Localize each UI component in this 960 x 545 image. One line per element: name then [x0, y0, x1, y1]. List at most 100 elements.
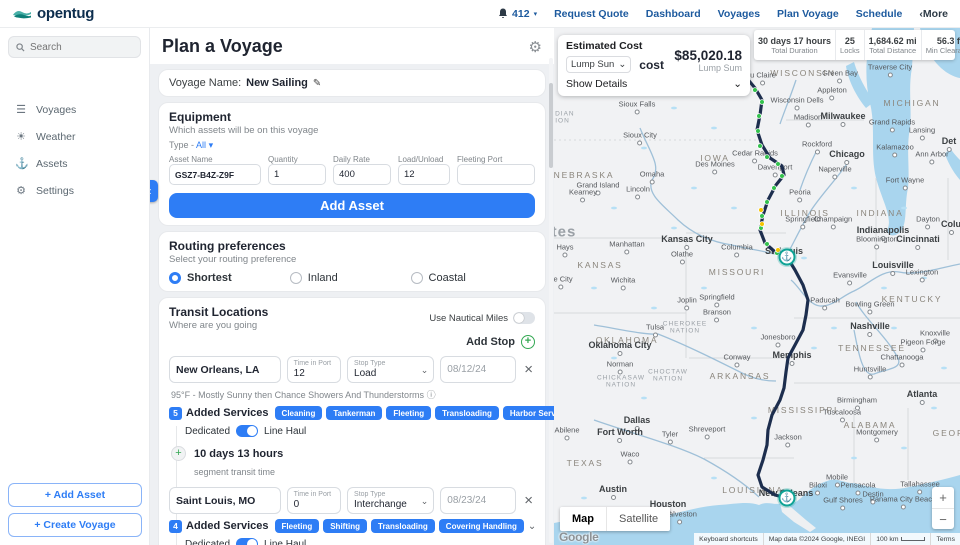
nav-more[interactable]: ‹More	[919, 8, 948, 20]
service-chip[interactable]: Fleeting	[386, 406, 431, 420]
scrollbar[interactable]	[549, 58, 553, 543]
service-chip[interactable]: Fleeting	[275, 519, 320, 533]
google-logo: Google	[559, 530, 599, 544]
daily-rate-input[interactable]	[333, 164, 391, 185]
equipment-subtitle: Which assets will be on this voyage	[169, 125, 535, 136]
remove-stop-icon[interactable]: ×	[522, 492, 535, 509]
caret-down-icon: ▾	[209, 140, 214, 150]
terms-link[interactable]: Terms	[930, 533, 960, 545]
chevron-left-icon: ‹	[150, 184, 152, 198]
remove-stop-icon[interactable]: ×	[522, 361, 535, 378]
logo-wave-icon	[12, 8, 32, 19]
map-label: Bowling Green	[845, 300, 894, 315]
map-label: Green Bay	[822, 69, 858, 84]
sidebar-item-voyages[interactable]: ☰Voyages	[0, 96, 149, 123]
add-asset-sidebar-button[interactable]: + Add Asset	[8, 483, 142, 507]
expand-services-icon[interactable]: ⌄	[528, 521, 536, 532]
map-label: Waco	[621, 450, 640, 465]
transit-card: Transit Locations Where are you going Us…	[158, 297, 546, 545]
cost-mode-select[interactable]: Lump Sun⌄	[566, 56, 631, 73]
radio-shortest[interactable]: Shortest	[169, 272, 290, 284]
stop-type-select[interactable]: Stop Type Interchange ⌄	[347, 487, 434, 514]
scrollbar-thumb[interactable]	[549, 83, 553, 168]
asset-name-input[interactable]	[169, 164, 261, 185]
create-voyage-button[interactable]: + Create Voyage	[8, 513, 142, 537]
add-asset-button[interactable]: Add Asset	[169, 193, 535, 218]
map-label: Lincoln	[626, 185, 650, 200]
line-haul-toggle[interactable]	[236, 538, 258, 545]
segment-plus-icon[interactable]: +	[171, 446, 186, 461]
routing-card: Routing preferences Select your routing …	[158, 231, 546, 292]
voyage-stats-bar: 30 days 17 hoursTotal Duration 25Locks 1…	[754, 30, 955, 60]
equipment-title: Equipment	[169, 110, 535, 124]
date-input[interactable]: 08/12/24	[440, 356, 516, 383]
collapse-panel-button[interactable]: ‹	[150, 180, 158, 202]
nav-plan-voyage[interactable]: Plan Voyage	[777, 8, 839, 20]
time-in-port-field[interactable]: Time in Port 12	[287, 356, 341, 383]
time-in-port-field[interactable]: Time in Port 0	[287, 487, 341, 514]
opentug-logo[interactable]: opentug	[12, 5, 94, 22]
added-services-row: 4 Added Services Fleeting Shifting Trans…	[169, 519, 535, 533]
stop-row-new-orleans: New Orleans, LA Time in Port 12 Stop Typ…	[169, 356, 535, 383]
nautical-miles-toggle[interactable]	[513, 312, 535, 324]
service-chip[interactable]: Transloading	[371, 519, 435, 533]
segment-transit: + 10 days 13 hourssegment transit time	[171, 444, 535, 480]
service-chip[interactable]: Cleaning	[275, 406, 323, 420]
map-label: Montgomery	[856, 428, 898, 443]
notifications[interactable]: 412 ▾	[498, 8, 537, 20]
search-input[interactable]	[30, 42, 130, 53]
radio-coastal[interactable]: Coastal	[411, 272, 532, 284]
service-chip[interactable]: Harbor Service	[503, 406, 554, 420]
satellite-view-button[interactable]: Satellite	[606, 507, 670, 531]
load-unload-input[interactable]	[398, 164, 450, 185]
search-box[interactable]	[8, 36, 141, 58]
type-filter[interactable]: Type - All ▾	[169, 140, 535, 151]
map-label: Joplin	[677, 296, 697, 311]
nav-voyages[interactable]: Voyages	[718, 8, 760, 20]
voyage-name-card: Voyage Name: New Sailing ✎	[158, 69, 546, 97]
date-input[interactable]: 08/23/24	[440, 487, 516, 514]
sidebar-item-settings[interactable]: ⚙Settings	[0, 177, 149, 204]
map-label: New Orleans	[759, 488, 814, 504]
map-label: Kearney	[569, 188, 597, 203]
zoom-out-button[interactable]: −	[932, 508, 954, 529]
zoom-in-button[interactable]: +	[932, 487, 954, 508]
keyboard-shortcuts-link[interactable]: Keyboard shortcuts	[694, 533, 763, 545]
quantity-input[interactable]	[268, 164, 326, 185]
location-input[interactable]: New Orleans, LA	[169, 356, 281, 383]
col-fleeting-port: Fleeting Port	[457, 155, 535, 164]
map-label: MICHIGAN	[884, 98, 941, 108]
fleeting-port-input[interactable]	[457, 164, 535, 185]
col-asset-name: Asset Name	[169, 155, 261, 164]
nav-dashboard[interactable]: Dashboard	[646, 8, 701, 20]
line-haul-toggle[interactable]	[236, 425, 258, 437]
services-count-badge: 4	[169, 520, 182, 533]
settings-gear-icon[interactable]: ⚙	[529, 38, 542, 56]
radio-inland[interactable]: Inland	[290, 272, 411, 284]
sidebar-item-weather[interactable]: ☀Weather	[0, 123, 149, 150]
edit-voyage-name-icon[interactable]: ✎	[313, 78, 321, 89]
location-input[interactable]: Saint Louis, MO	[169, 487, 281, 514]
map-label: Columbia	[721, 243, 753, 258]
sidebar-menu: ☰Voyages ☀Weather ⚓Assets ⚙Settings	[0, 96, 149, 204]
stat-min-clearance: 56.3 ftMin Clearance	[921, 30, 960, 60]
stat-total-distance: 1,684.62 miTotal Distance	[864, 30, 921, 60]
map-view-button[interactable]: Map	[560, 507, 606, 531]
service-chip[interactable]: Shifting	[323, 519, 367, 533]
stop-type-select[interactable]: Stop Type Load ⌄	[347, 356, 434, 383]
add-stop-plus-icon[interactable]: +	[521, 335, 535, 349]
sidebar-item-assets[interactable]: ⚓Assets	[0, 150, 149, 177]
service-chip[interactable]: Transloading	[435, 406, 499, 420]
service-chip[interactable]: Tankerman	[326, 406, 382, 420]
transit-title: Transit Locations	[169, 305, 268, 319]
map-label: Louisville	[872, 260, 914, 276]
col-daily-rate[interactable]: Daily Rate	[333, 155, 391, 164]
map-panel[interactable]: WISCONSINMICHIGANIOWANEBRASKAILLINOISIND…	[554, 28, 960, 545]
info-icon[interactable]: ⓘ	[427, 390, 436, 400]
nav-request-quote[interactable]: Request Quote	[554, 8, 629, 20]
show-details[interactable]: Show Details⌄	[566, 78, 742, 90]
service-chip[interactable]: Covering Handling	[439, 519, 524, 533]
nav-schedule[interactable]: Schedule	[856, 8, 903, 20]
add-stop[interactable]: Add Stop+	[169, 335, 535, 349]
map-label: ALABAMA	[844, 420, 897, 430]
